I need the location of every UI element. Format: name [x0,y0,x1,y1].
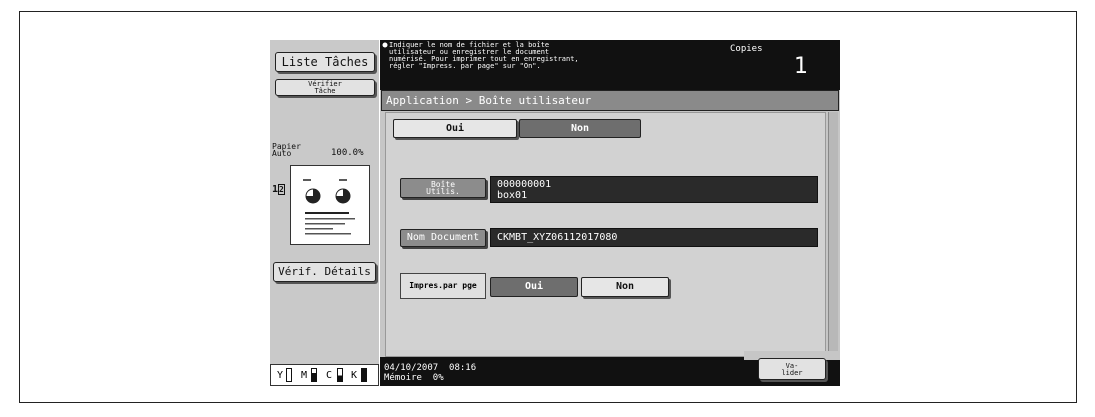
toner-c-label: C [326,370,333,381]
info-bullet-icon [382,42,388,48]
valider-label-2: lider [781,369,803,377]
toner-y-label: Y [277,370,284,381]
page-preview [290,165,370,245]
date-text: 04/10/2007 [384,363,439,373]
papier-label: Papier Auto [272,143,301,158]
memoire-label: Mémoire [384,373,422,383]
message-bar: Indiquer le nom de fichier et la boîte ut… [380,40,840,90]
copies-count: 1 [794,54,808,79]
time-text: 08:16 [449,363,477,373]
duplex-icon: 12 [272,184,285,195]
verif-details-button[interactable]: Vérif. Détails [273,262,376,282]
liste-taches-button[interactable]: Liste Tâches [275,52,375,72]
papier-label-2: Auto [272,149,292,158]
scrollbar[interactable] [828,112,838,357]
boite-number: 000000001 [497,179,552,190]
boite-label-2: Utilis. [426,187,460,196]
nom-document-value: CKMBT_XYZ06112017080 [490,228,818,247]
impres-non-button[interactable]: Non [581,277,669,297]
toner-c-bar [337,368,343,382]
toner-m-label: M [301,370,308,381]
datetime: 04/10/2007 08:16 [384,364,476,373]
preview-thumbnail-icon [303,179,355,235]
nom-document-button[interactable]: Nom Document [400,229,486,247]
memory-status: Mémoire 0% [384,374,444,383]
toner-m-bar [311,368,317,382]
breadcrumb: Application > Boîte utilisateur [381,90,839,111]
impres-par-page-label: Impres.par pge [400,273,486,299]
verifier-tache-label-2: Tâche [314,87,336,95]
impres-oui-button[interactable]: Oui [490,277,578,297]
zoom-ratio: 100.0% [331,148,364,158]
toner-indicator: Y M C K [270,364,379,386]
copies-label: Copies [730,44,763,54]
toner-y-bar [286,368,292,382]
toner-k-bar [361,368,367,382]
toner-k-label: K [351,370,358,381]
boite-utilis-button[interactable]: Boîte Utilis. [400,178,486,198]
message-text: Indiquer le nom de fichier et la boîte ut… [389,42,579,70]
boite-name: box01 [497,190,528,201]
message-line-4: régler "Impress. par page" sur "On". [389,62,541,70]
memoire-value: 0% [432,373,444,383]
top-oui-button[interactable]: Oui [393,119,517,138]
top-non-button[interactable]: Non [519,119,641,138]
boite-utilis-value: 000000001 box01 [490,176,818,203]
verifier-tache-button[interactable]: Vérifier Tâche [275,79,375,96]
valider-button[interactable]: Va- lider [758,358,826,380]
